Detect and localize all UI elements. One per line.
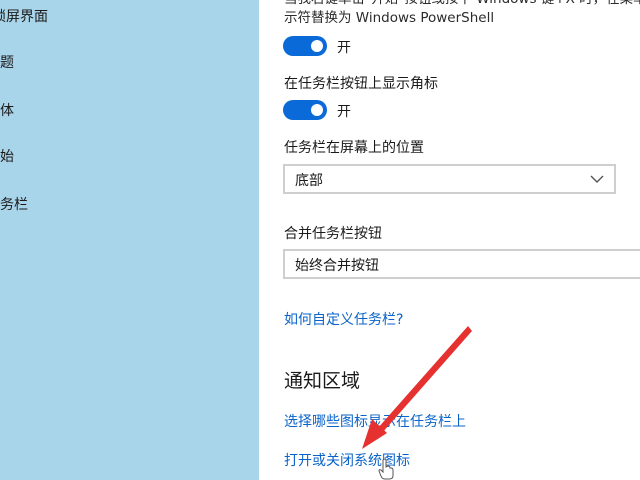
sidebar-item-label: 锁屏界面 (0, 9, 48, 25)
combine-buttons-dropdown[interactable]: 始终合并按钮 (283, 249, 640, 279)
badges-toggle[interactable] (283, 100, 327, 120)
powershell-toggle[interactable] (283, 36, 327, 56)
sidebar-item-fonts[interactable]: 字体 (0, 100, 14, 120)
hand-cursor-icon (378, 458, 394, 480)
taskbar-location-dropdown[interactable]: 底部 (283, 164, 616, 194)
sidebar-item-label: 任务栏 (0, 197, 28, 213)
sidebar-item-lock-screen[interactable]: 锁屏界面 (0, 6, 48, 26)
customize-taskbar-link[interactable]: 如何自定义任务栏? (284, 309, 403, 329)
taskbar-settings-panel: 当我右键单击"开始"按钮或按下 Windows 键+X 时，在菜单 示符替换为 … (259, 0, 640, 480)
sidebar-item-start[interactable]: 开始 (0, 146, 14, 166)
notification-area-heading: 通知区域 (284, 370, 361, 392)
select-taskbar-icons-link[interactable]: 选择哪些图标显示在任务栏上 (284, 411, 466, 431)
sidebar-item-label: 字体 (0, 103, 14, 119)
chevron-down-icon (590, 175, 604, 183)
sidebar-item-label: 主题 (0, 55, 14, 71)
powershell-description-line2: 示符替换为 Windows PowerShell (284, 10, 495, 26)
settings-sidebar: 锁屏界面 主题 字体 开始 任务栏 (0, 0, 259, 480)
taskbar-location-label: 任务栏在屏幕上的位置 (284, 140, 424, 156)
sidebar-item-label: 开始 (0, 149, 14, 165)
sidebar-item-taskbar[interactable]: 任务栏 (0, 194, 28, 214)
taskbar-location-value: 底部 (295, 173, 323, 189)
badges-toggle-state: 开 (337, 104, 351, 120)
combine-buttons-value: 始终合并按钮 (295, 258, 379, 274)
badges-label: 在任务栏按钮上显示角标 (284, 76, 438, 92)
sidebar-item-themes[interactable]: 主题 (0, 52, 14, 72)
powershell-description-line1: 当我右键单击"开始"按钮或按下 Windows 键+X 时，在菜单 (284, 0, 640, 8)
combine-buttons-label: 合并任务栏按钮 (284, 226, 382, 242)
powershell-toggle-state: 开 (337, 40, 351, 56)
